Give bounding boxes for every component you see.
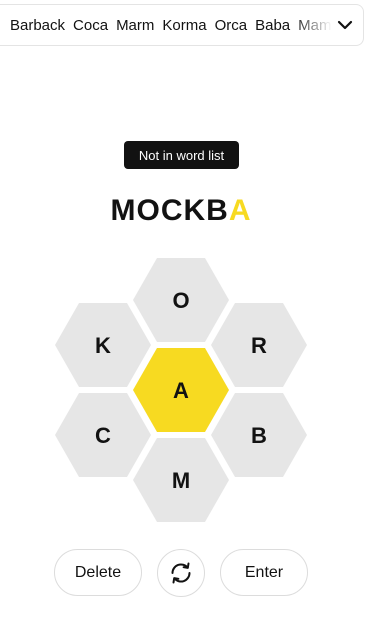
found-word: Baba (255, 16, 291, 34)
input-letters: MOCKB (110, 194, 229, 227)
hive-letter-top-left: K (95, 333, 111, 358)
input-center-letter: A (228, 194, 252, 227)
hive-letter-bottom: M (172, 468, 190, 493)
hive-letter-bottom-right: B (251, 423, 267, 448)
toast-message: Not in word list (124, 141, 239, 169)
hive-cell-bottom[interactable]: M (133, 438, 229, 522)
hive-cell-center[interactable]: A (133, 348, 229, 432)
enter-button[interactable]: Enter (220, 549, 308, 596)
found-word: Coca (73, 16, 109, 34)
hive-letter-top: O (172, 288, 189, 313)
current-input-word: MOCKBA (0, 193, 362, 229)
letter-hive: A O R B M C K (55, 258, 307, 522)
hive-cell-top[interactable]: O (133, 258, 229, 342)
found-word: Barback (10, 16, 66, 34)
found-word: Korma (162, 16, 207, 34)
found-words-list: Barback Coca Marm Korma Orca Baba Mamba (10, 5, 332, 45)
hive-letter-top-right: R (251, 333, 267, 358)
delete-button[interactable]: Delete (54, 549, 142, 596)
hive-cell-bottom-right[interactable]: B (211, 393, 307, 477)
hive-letter-bottom-left: C (95, 423, 111, 448)
expand-words-button[interactable] (331, 11, 359, 39)
found-word: Marm (116, 16, 155, 34)
found-word: Mamba (298, 16, 332, 34)
hive-cell-top-left[interactable]: K (55, 303, 151, 387)
found-words-bar[interactable]: Barback Coca Marm Korma Orca Baba Mamba (0, 4, 364, 46)
found-word: Orca (214, 16, 248, 34)
shuffle-icon (171, 562, 191, 584)
hive-cell-top-right[interactable]: R (211, 303, 307, 387)
hive-cell-bottom-left[interactable]: C (55, 393, 151, 477)
shuffle-button[interactable] (157, 549, 205, 597)
hive-letter-center: A (173, 378, 189, 403)
chevron-down-icon (337, 20, 353, 30)
